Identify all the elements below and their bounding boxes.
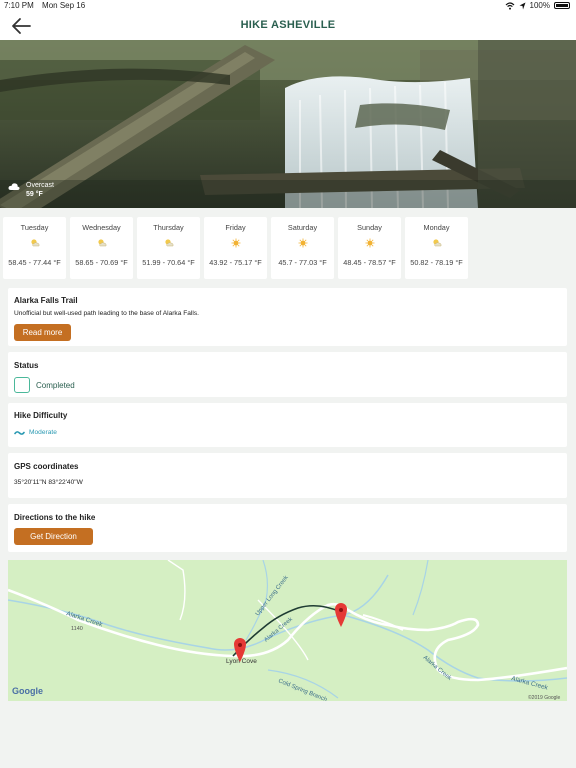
trail-name: Alarka Falls Trail [14,296,78,305]
trail-description: Unofficial but well-used path leading to… [14,310,199,317]
status-date: Mon Sep 16 [42,1,86,10]
status-title: Status [14,361,39,370]
page-title: HIKE ASHEVILLE [240,19,336,31]
map-label-alarka-creek: Alarka Creek [422,655,453,683]
get-direction-button[interactable]: Get Direction [14,528,93,545]
forecast-day-card: Thursday 51.99 - 70.64 °F [137,217,200,279]
forecast-day-name: Saturday [287,223,318,232]
forecast-day-card: Sunday 48.45 - 78.57 °F [338,217,401,279]
forecast-day-card: Tuesday 58.45 - 77.44 °F [3,217,66,279]
partly-sunny-icon [164,239,173,247]
sunny-icon [298,238,307,248]
status-card: Status Completed [8,352,567,397]
completed-label: Completed [36,381,75,390]
map-canvas[interactable]: Alarka Creek 1140 Upper Long Creek Alark… [8,560,567,701]
forecast-day-name: Friday [225,223,246,232]
partly-sunny-icon [30,239,39,247]
read-more-button[interactable]: Read more [14,324,71,341]
navigation-bar: HIKE ASHEVILLE [0,12,576,40]
forecast-day-name: Wednesday [82,223,121,232]
map-pin-icon[interactable] [335,603,347,627]
battery-icon [554,2,570,9]
status-bar: 7:10 PM Mon Sep 16 100% [0,0,576,12]
forecast-day-name: Sunday [357,223,382,232]
forecast-temp-range: 58.45 - 77.44 °F [8,258,61,267]
forecast-temp-range: 43.92 - 75.17 °F [209,258,262,267]
forecast-temp-range: 51.99 - 70.64 °F [142,258,195,267]
forecast-day-card: Saturday 45.7 - 77.03 °F [271,217,334,279]
map-label-lyon-cove: Lyon Cove [226,658,257,665]
status-time: 7:10 PM [4,1,34,10]
google-logo: Google [12,686,43,696]
gps-coordinates: 35°20'11"N 83°22'40"W [14,479,83,486]
difficulty-title: Hike Difficulty [14,411,68,420]
partly-sunny-icon [432,239,441,247]
battery-percent: 100% [529,1,550,10]
cloud-icon [8,183,20,190]
trail-map[interactable]: Alarka Creek 1140 Upper Long Creek Alark… [8,560,567,701]
difficulty-card: Hike Difficulty Moderate [8,403,567,447]
sunny-icon [231,238,240,248]
forecast-temp-range: 48.45 - 78.57 °F [343,258,396,267]
trail-info-card: Alarka Falls Trail Unofficial but well-u… [8,288,567,346]
forecast-strip: Tuesday 58.45 - 77.44 °F Wednesday 58.65… [3,217,468,279]
map-label-cold-spring-branch: Cold Spring Branch [277,678,327,701]
difficulty-indicator: Moderate [14,429,57,436]
partly-sunny-icon [97,239,106,247]
forecast-temp-range: 50.82 - 78.19 °F [410,258,463,267]
wave-icon [14,430,25,435]
directions-card: Directions to the hike Get Direction [8,504,567,552]
weather-condition: Overcast [26,182,55,189]
map-label-route-1140: 1140 [71,626,83,632]
gps-title: GPS coordinates [14,462,79,471]
map-copyright: ©2019 Google [528,694,561,701]
directions-title: Directions to the hike [14,513,96,522]
waterfall-photo [0,40,576,208]
forecast-day-name: Thursday [153,223,184,232]
wifi-icon [505,1,514,10]
gps-card: GPS coordinates 35°20'11"N 83°22'40"W [8,453,567,498]
difficulty-value: Moderate [29,429,57,436]
forecast-day-card: Wednesday 58.65 - 70.69 °F [70,217,133,279]
sunny-icon [365,238,374,248]
current-weather: Overcast 59 °F [8,182,54,198]
forecast-day-card: Friday 43.92 - 75.17 °F [204,217,267,279]
forecast-temp-range: 45.7 - 77.03 °F [278,258,327,267]
weather-temperature: 59 °F [26,191,43,198]
location-icon [519,2,526,9]
hero-image: Overcast 59 °F [0,40,576,208]
forecast-day-name: Monday [423,223,450,232]
completed-checkbox[interactable] [14,377,30,393]
forecast-temp-range: 58.65 - 70.69 °F [75,258,128,267]
forecast-day-name: Tuesday [20,223,49,232]
forecast-day-card: Monday 50.82 - 78.19 °F [405,217,468,279]
map-label-upper-long-creek: Upper Long Creek [255,574,291,617]
map-label-alarka-creek: Alarka Creek [510,675,549,692]
